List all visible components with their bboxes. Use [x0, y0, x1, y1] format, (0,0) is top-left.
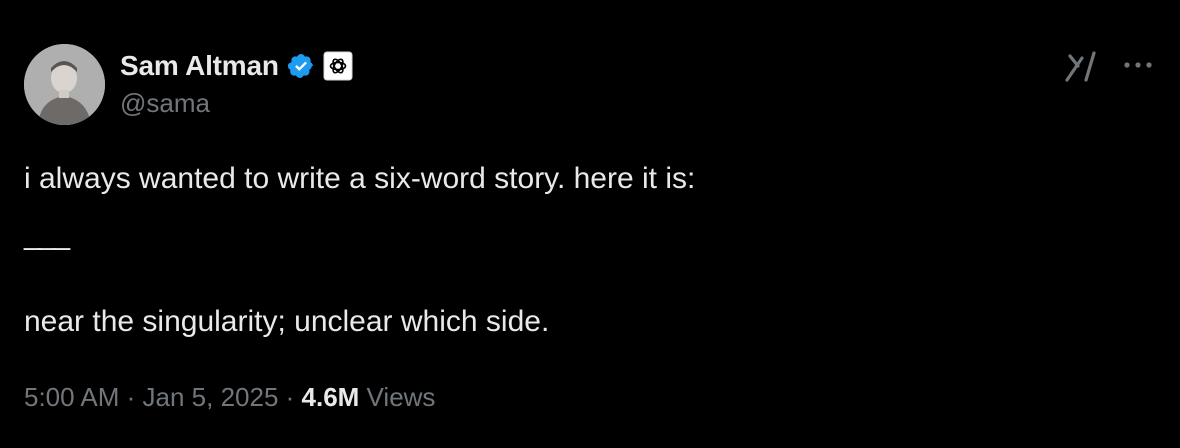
author-handle[interactable]: @sama [120, 88, 210, 119]
grok-icon[interactable] [1064, 50, 1100, 82]
openai-logo-icon[interactable] [323, 51, 353, 81]
author-name[interactable]: Sam Altman [120, 50, 279, 82]
meta-separator: · [119, 382, 143, 412]
more-options-icon[interactable] [1122, 58, 1154, 72]
meta-separator: · [278, 382, 302, 412]
views-count: 4.6M [301, 382, 360, 412]
tweet-time[interactable]: 5:00 AM [24, 382, 119, 412]
tweet-date[interactable]: Jan 5, 2025 [143, 382, 279, 412]
author-header: Sam Altman [120, 48, 353, 84]
tweet-card[interactable]: Sam Altman @sama i always wanted to writ… [0, 0, 1180, 448]
tweet-text-line: i always wanted to write a six-word stor… [24, 162, 696, 195]
tweet-text-line: near the singularity; unclear which side… [24, 305, 550, 338]
avatar[interactable] [24, 44, 105, 125]
tweet-text-divider: ___ [24, 218, 70, 251]
verified-badge-icon [287, 52, 315, 80]
tweet-meta: 5:00 AM · Jan 5, 2025 · 4.6M Views [24, 382, 435, 413]
views-label: Views [359, 382, 436, 412]
